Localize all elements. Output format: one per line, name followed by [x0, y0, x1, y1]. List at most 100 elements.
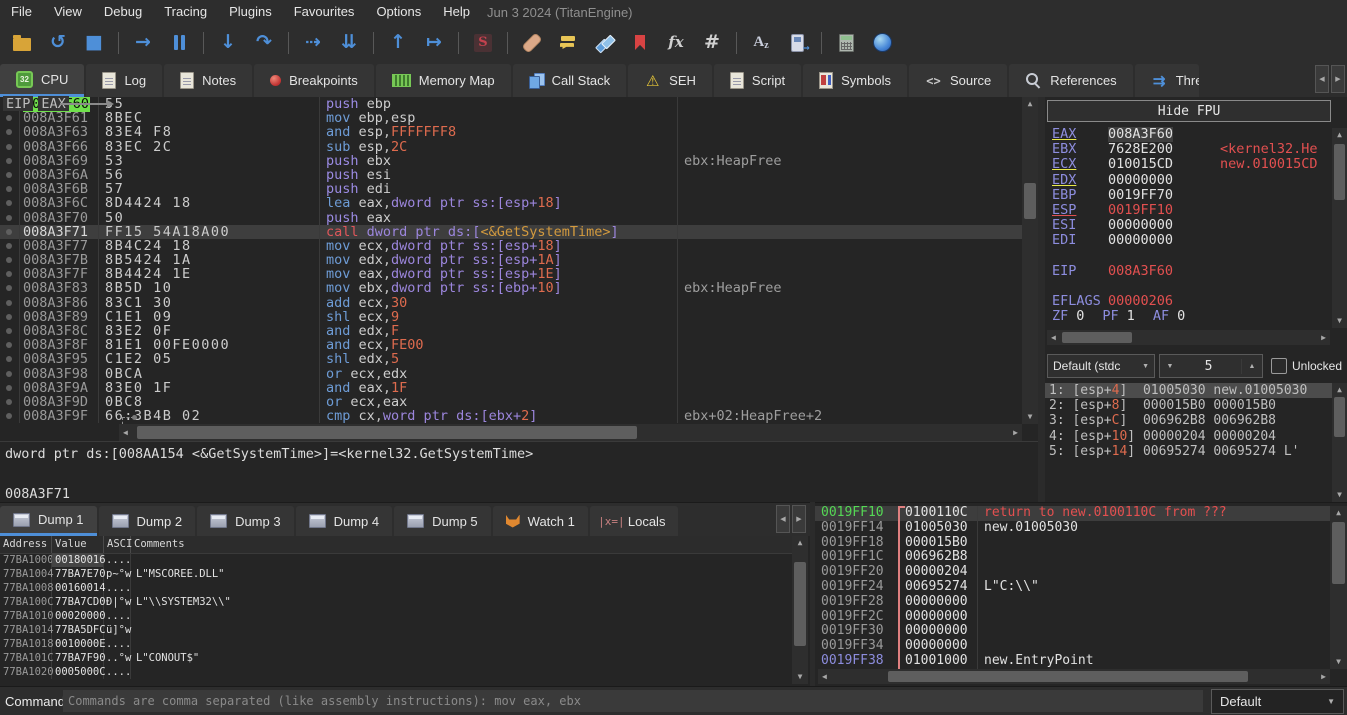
register-row[interactable]: EFLAGS00000206 [1045, 294, 1332, 309]
scroll-right-icon[interactable]: ▶ [1321, 334, 1326, 342]
stepper-down-icon[interactable]: ▼ [1160, 363, 1180, 370]
disasm-hscrollbar[interactable]: ◀ ▶ [119, 424, 1022, 441]
menu-view[interactable]: View [43, 0, 93, 24]
breakpoint-dot[interactable] [0, 196, 19, 210]
breakpoint-dot[interactable] [0, 324, 19, 338]
patch-icon[interactable] [517, 29, 547, 57]
disasm-row[interactable]: 008A3F8F81E1 00FE0000and ecx,FE00 [0, 338, 1022, 352]
disasm-row[interactable]: 008A3F89C1E1 09shl ecx,9 [0, 310, 1022, 324]
register-row[interactable]: EBP0019FF70 [1045, 188, 1332, 203]
source-icon[interactable]: S [468, 29, 498, 57]
disasm-row[interactable]: 008A3F6683EC 2Csub esp,2C [0, 140, 1022, 154]
pause-icon[interactable] [164, 29, 194, 57]
registers-vscrollbar[interactable]: ▲ ▼ [1332, 128, 1347, 328]
tab-symbols[interactable]: Symbols [803, 64, 907, 97]
argument-row[interactable]: 4: [esp+10] 00000204 00000204 [1045, 429, 1332, 444]
skip-next-icon[interactable]: ↦ [419, 29, 449, 57]
tab-dump-1[interactable]: Dump 1 [0, 506, 97, 536]
dump-vscrollbar[interactable]: ▲ ▼ [792, 536, 808, 684]
label-icon[interactable] [589, 29, 619, 57]
dump-tab-scroll-right-icon[interactable]: ▶ [792, 505, 806, 533]
tab-threads[interactable]: ⇉Threads [1135, 64, 1199, 97]
disasm-row[interactable]: 008A3F838B5D 10mov ebx,dword ptr ss:[ebp… [0, 281, 1022, 295]
column-header-comments[interactable]: Comments [131, 536, 792, 553]
stack-row[interactable]: 0019FF1401005030new.01005030 [815, 521, 1330, 536]
stack-row[interactable]: 0019FF3801001000new.EntryPoint [815, 654, 1330, 669]
scroll-left-icon[interactable]: ◀ [822, 673, 827, 681]
disasm-row[interactable]: 008A3F6B57push edi [0, 182, 1022, 196]
breakpoint-dot[interactable] [0, 409, 19, 423]
menu-help[interactable]: Help [432, 0, 481, 24]
scroll-down-icon[interactable]: ▼ [1332, 317, 1347, 325]
stack-row[interactable]: 0019FF2000000204 [815, 565, 1330, 580]
stack-row[interactable]: 0019FF2800000000 [815, 595, 1330, 610]
calling-convention-dropdown[interactable]: Default (stdc ▼ [1047, 354, 1155, 378]
disasm-row[interactable]: 008A3F7050push eax [0, 211, 1022, 225]
argument-row[interactable]: 3: [esp+C] 006962B8 006962B8 [1045, 413, 1332, 428]
tab-script[interactable]: Script [714, 64, 801, 97]
stack-row[interactable]: 0019FF3400000000 [815, 639, 1330, 654]
ordinals-icon[interactable]: # [697, 29, 727, 57]
hide-fpu-button[interactable]: Hide FPU [1047, 100, 1331, 122]
scroll-down-icon[interactable]: ▼ [1330, 658, 1347, 666]
close-icon[interactable]: ■ [79, 29, 109, 57]
disasm-row[interactable]: 008A3F980BCAor ecx,edx [0, 367, 1022, 381]
disasm-row[interactable]: 008A3F6055push ebp [0, 97, 1022, 111]
stepper-up-icon[interactable]: ▲ [1242, 363, 1262, 370]
argument-row[interactable]: 1: [esp+4] 01005030 new.01005030 [1045, 383, 1332, 398]
function-icon[interactable]: fx [661, 29, 691, 57]
breakpoint-dot[interactable] [0, 125, 19, 139]
stack-hscrollbar[interactable]: ◀ ▶ [818, 669, 1330, 684]
step-out-icon[interactable]: ↑ [383, 29, 413, 57]
tab-dump-2[interactable]: Dump 2 [99, 506, 196, 536]
scroll-down-icon[interactable]: ▼ [1022, 413, 1038, 421]
font-icon[interactable]: Az [746, 29, 776, 57]
tab-watch-1[interactable]: Watch 1 [493, 506, 588, 536]
breakpoint-dot[interactable] [0, 367, 19, 381]
argument-row[interactable]: 2: [esp+8] 000015B0 000015B0 [1045, 398, 1332, 413]
breakpoint-dot[interactable] [0, 211, 19, 225]
scroll-right-icon[interactable]: ▶ [1013, 429, 1018, 437]
breakpoint-dot[interactable] [0, 182, 19, 196]
disasm-row[interactable]: 008A3F6383E4 F8and esp,FFFFFFF8 [0, 125, 1022, 139]
disasm-row[interactable]: 008A3F6953push ebxebx:HeapFree [0, 154, 1022, 168]
tab-cpu[interactable]: 32CPU [0, 64, 84, 97]
disasm-row[interactable]: 008A3F9D0BC8or ecx,eax [0, 395, 1022, 409]
tab-scroll-right-icon[interactable]: ▶ [1331, 65, 1345, 93]
scroll-right-icon[interactable]: ▶ [1321, 673, 1326, 681]
stack-row[interactable]: 0019FF2400695274L"C:\\" [815, 580, 1330, 595]
register-row[interactable]: EDX00000000 [1045, 173, 1332, 188]
breakpoint-dot[interactable] [0, 395, 19, 409]
dump-row[interactable]: 77BA100000180016.... [0, 553, 792, 567]
dump-row[interactable]: 77BA10180010000E.... [0, 637, 792, 651]
disasm-row[interactable]: 008A3F71FF15 54A18A00call dword ptr ds:[… [0, 225, 1022, 239]
comment-icon[interactable] [553, 29, 583, 57]
tab-memory-map[interactable]: Memory Map [376, 64, 511, 97]
dump-row[interactable]: 77BA101000020000.... [0, 609, 792, 623]
run-to-user-code-icon[interactable]: ⇢ [298, 29, 328, 57]
dump-row[interactable]: 77BA100477BA7E70p~°wL"MSCOREE.DLL" [0, 567, 792, 581]
argument-row[interactable]: 5: [esp+14] 00695274 00695274 L' [1045, 444, 1332, 459]
breakpoint-dot[interactable] [0, 381, 19, 395]
breakpoint-dot[interactable] [0, 168, 19, 182]
tab-log[interactable]: Log [86, 64, 162, 97]
register-row[interactable]: ZF0PF1AF0 [1045, 309, 1332, 324]
menu-favourites[interactable]: Favourites [283, 0, 366, 24]
tab-dump-5[interactable]: Dump 5 [394, 506, 491, 536]
scroll-down-icon[interactable]: ▼ [1332, 491, 1347, 499]
unlocked-checkbox[interactable] [1271, 358, 1287, 374]
disasm-row[interactable]: 008A3F9F66:3B4B 02cmp cx,word ptr ds:[eb… [0, 409, 1022, 423]
menu-tracing[interactable]: Tracing [153, 0, 218, 24]
register-row[interactable]: EBX7628E200<kernel32.He [1045, 142, 1332, 157]
dump-row[interactable]: 77BA100C77BA7CD0Ð|°wL"\\SYSTEM32\\" [0, 595, 792, 609]
breakpoint-dot[interactable] [0, 281, 19, 295]
scroll-up-icon[interactable]: ▲ [1330, 509, 1347, 517]
stack-row[interactable]: 0019FF1C006962B8 [815, 550, 1330, 565]
calculator-icon[interactable] [831, 29, 861, 57]
step-into-icon[interactable]: ↓ [213, 29, 243, 57]
restart-icon[interactable]: ↺ [43, 29, 73, 57]
register-row[interactable]: ESI00000000 [1045, 218, 1332, 233]
tab-call-stack[interactable]: Call Stack [513, 64, 627, 97]
stack-vscrollbar[interactable]: ▲ ▼ [1330, 506, 1347, 669]
scroll-up-icon[interactable]: ▲ [1332, 386, 1347, 394]
